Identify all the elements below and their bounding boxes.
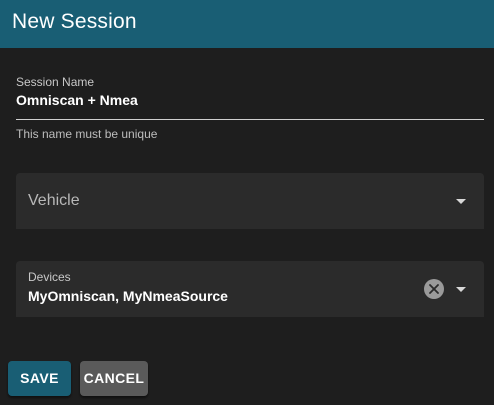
session-name-input[interactable]: Omniscan + Nmea bbox=[16, 92, 138, 108]
dialog-header: New Session bbox=[0, 0, 494, 48]
vehicle-select[interactable]: Vehicle bbox=[16, 173, 484, 229]
chevron-down-icon[interactable] bbox=[456, 287, 466, 292]
session-name-underline bbox=[16, 119, 484, 120]
devices-label: Devices bbox=[28, 270, 71, 284]
chevron-down-icon[interactable] bbox=[456, 199, 466, 204]
dialog-title: New Session bbox=[12, 10, 137, 33]
devices-select[interactable]: Devices MyOmniscan, MyNmeaSource bbox=[16, 261, 484, 317]
new-session-dialog: New Session Session Name Omniscan + Nmea… bbox=[0, 0, 494, 405]
session-name-label: Session Name bbox=[16, 75, 95, 89]
devices-value: MyOmniscan, MyNmeaSource bbox=[28, 288, 228, 304]
cancel-button[interactable]: CANCEL bbox=[80, 361, 148, 396]
save-button[interactable]: SAVE bbox=[8, 361, 71, 396]
session-name-hint: This name must be unique bbox=[16, 127, 158, 141]
session-name-field[interactable]: Session Name Omniscan + Nmea bbox=[16, 73, 484, 121]
close-circle-icon[interactable] bbox=[424, 279, 444, 299]
vehicle-placeholder: Vehicle bbox=[28, 192, 80, 209]
